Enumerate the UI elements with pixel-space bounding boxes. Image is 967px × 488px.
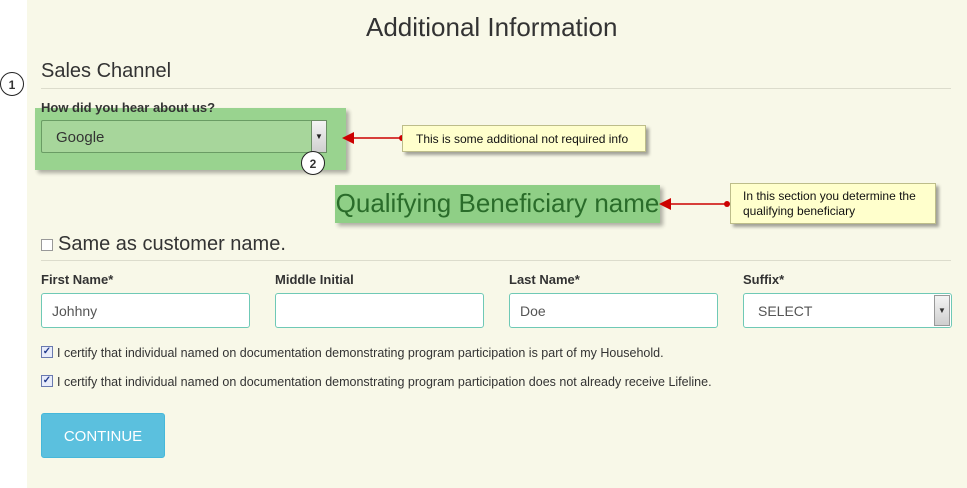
section-divider [41, 88, 951, 89]
callout-additional-info: This is some additional not required inf… [402, 125, 646, 152]
annotation-marker-2: 2 [301, 151, 325, 175]
beneficiary-divider [41, 260, 951, 261]
suffix-select[interactable]: SELECT [743, 293, 952, 328]
certify-lifeline-checkbox[interactable]: ✓ [41, 375, 53, 387]
suffix-value: SELECT [758, 303, 813, 319]
annotation-marker-1: 1 [0, 72, 24, 96]
triangle-down-icon[interactable]: ▼ [311, 120, 327, 153]
middle-initial-label: Middle Initial [275, 272, 354, 287]
hear-about-us-value: Google [56, 129, 105, 146]
hear-about-us-label: How did you hear about us? [41, 100, 216, 115]
certify-lifeline-label: I certify that individual named on docum… [57, 375, 712, 389]
suffix-label: Suffix* [743, 272, 785, 287]
page-title: Additional Information [366, 12, 618, 42]
chevron-down-icon[interactable]: ▼ [934, 295, 950, 326]
last-name-field[interactable]: Doe [509, 293, 718, 328]
callout-arrow-1 [342, 132, 405, 144]
callout-beneficiary-info: In this section you determine the qualif… [730, 183, 936, 224]
certify-household-label: I certify that individual named on docum… [57, 346, 664, 360]
certify-household-checkbox[interactable]: ✓ [41, 346, 53, 358]
qualifying-beneficiary-heading: Qualifying Beneficiary name [335, 185, 660, 223]
continue-button[interactable]: CONTINUE [41, 413, 165, 458]
same-as-customer-label: Same as customer name. [58, 233, 286, 255]
same-as-customer-checkbox[interactable] [41, 239, 53, 251]
callout-arrow-2 [659, 198, 730, 210]
section-title-sales-channel: Sales Channel [41, 60, 172, 82]
first-name-label: First Name* [41, 272, 114, 287]
first-name-field[interactable]: Johhny [41, 293, 250, 328]
hear-about-us-select[interactable]: Google [41, 120, 327, 153]
last-name-label: Last Name* [509, 272, 580, 287]
middle-initial-field[interactable] [275, 293, 484, 328]
